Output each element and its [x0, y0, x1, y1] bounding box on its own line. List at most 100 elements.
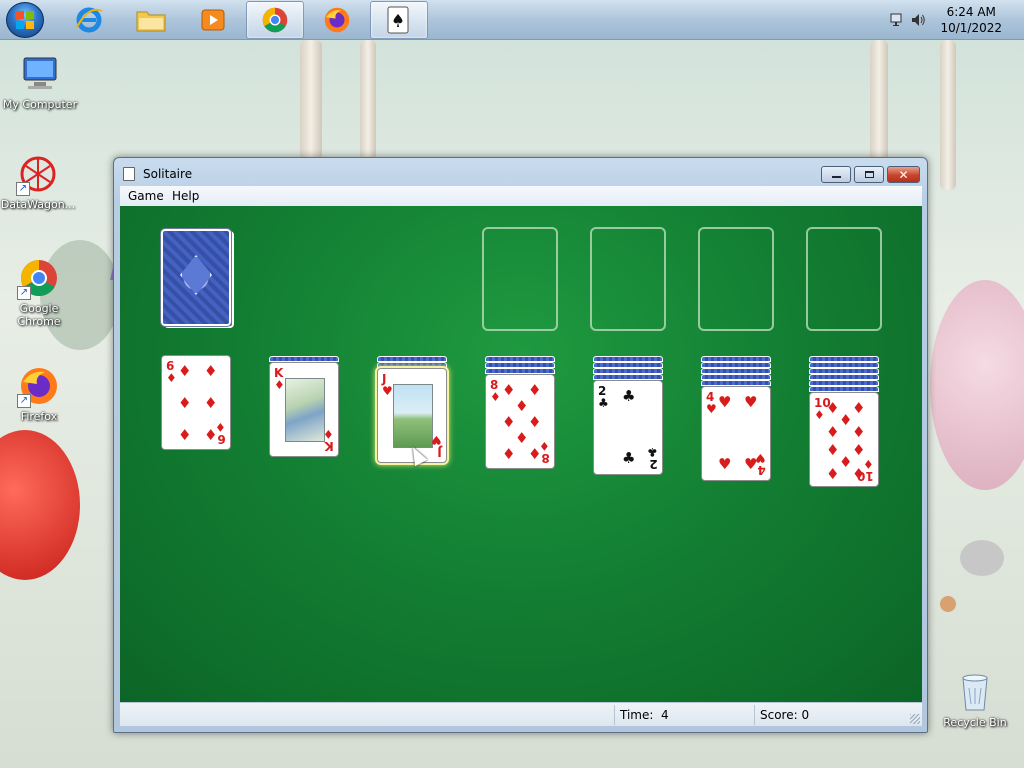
window-title: Solitaire	[143, 167, 193, 181]
start-button[interactable]	[6, 2, 44, 38]
wallpaper-mouse	[960, 540, 1004, 576]
close-button[interactable]: ✕	[887, 166, 920, 183]
desktop-icon-firefox[interactable]: ↗ Firefox	[0, 364, 79, 423]
shortcut-arrow-icon: ↗	[16, 182, 30, 196]
desktop-icon-label: My Computer	[2, 98, 78, 111]
suit-pip: ♦	[178, 362, 192, 380]
card-rank: 8 ♦	[490, 378, 501, 404]
card-rank: 6 ♦	[166, 359, 177, 385]
volume-icon[interactable]	[910, 12, 926, 28]
shortcut-arrow-icon: ↗	[17, 286, 31, 300]
time-label: Time:	[620, 708, 654, 722]
media-player-icon	[201, 9, 225, 31]
desktop-icon-label: DataWagon...	[0, 198, 76, 211]
suit-pip: ♦	[204, 394, 218, 412]
internet-explorer-icon	[76, 7, 103, 33]
card-rank: 2 ♣	[598, 384, 609, 410]
tableau-5-top-card[interactable]: 2 ♣ ♣ ♣ 2 ♣	[593, 380, 663, 475]
desktop-icon-label: Firefox	[20, 410, 58, 423]
suit-pip: ♦	[178, 426, 192, 444]
window-titlebar[interactable]: Solitaire ✕	[114, 158, 927, 186]
game-board[interactable]: 6♦ ♦ ♦ ♦ ♦ ♦ ♦ 6♦ K♦ K♦ J♥ J♥ 8♦	[120, 206, 922, 702]
desktop-icon-my-computer[interactable]: My Computer	[0, 52, 80, 111]
solitaire-app-icon	[123, 167, 135, 181]
chrome-icon: ↗	[17, 256, 61, 300]
maximize-button[interactable]	[854, 166, 884, 183]
suit-pip: ♦	[839, 453, 853, 471]
recycle-bin-icon	[953, 670, 997, 714]
foundation-slot-4[interactable]	[806, 227, 882, 331]
taskbar-firefox[interactable]	[308, 1, 366, 39]
taskbar-file-explorer[interactable]	[122, 1, 180, 39]
card-rank: 2 ♣	[647, 445, 658, 471]
tableau-4-top-card[interactable]: 8 ♦ ♦ ♦ ♦ ♦ ♦ ♦ ♦ ♦ 8 ♦	[485, 374, 555, 469]
clock-time: 6:24 AM	[946, 5, 996, 19]
suit-pip: ♦	[528, 413, 542, 431]
chrome-icon	[262, 7, 288, 33]
score-label: Score: 0	[760, 708, 810, 722]
taskbar-internet-explorer[interactable]	[60, 1, 118, 39]
desktop-icon-label: Recycle Bin	[943, 716, 1007, 729]
king-face-art	[285, 378, 325, 442]
desktop-icon-datawagon[interactable]: ↗ DataWagon...	[0, 152, 78, 211]
tableau-2-top-card[interactable]: K ♦ K ♦	[269, 362, 339, 457]
wallpaper-tree	[940, 40, 956, 190]
resize-grip-icon[interactable]	[910, 714, 920, 724]
wallpaper-egg	[0, 430, 80, 580]
desktop-icon-label: Google Chrome	[17, 302, 61, 328]
status-bar: Time: 4 Score: 0	[120, 702, 922, 726]
suit-pip: ♦	[204, 362, 218, 380]
solitaire-window: Solitaire ✕ Game Help 6 ♦ ♦ ♦ ♦ ♦ ♦ ♦ 6 ♦	[113, 157, 928, 733]
card-back-pattern	[180, 255, 212, 295]
system-tray: 6:24 AM 10/1/2022	[884, 0, 1024, 40]
stock-pile[interactable]	[160, 228, 232, 327]
wallpaper-tree	[300, 40, 322, 160]
shortcut-arrow-icon: ↗	[17, 394, 31, 408]
wallpaper-tree	[360, 40, 376, 160]
card-rank: 8 ♦	[539, 439, 550, 465]
wallpaper-mushroom	[940, 596, 956, 612]
suit-pip: ♣	[622, 449, 636, 467]
suit-pip: ♥	[744, 393, 758, 411]
tableau-6-top-card[interactable]: 4 ♥ ♥ ♥ ♥ ♥ 4 ♥	[701, 386, 771, 481]
menu-game[interactable]: Game	[128, 189, 164, 203]
tableau-7-top-card[interactable]: 10 ♦ ♦ ♦ ♦ ♦ ♦ ♦ ♦ ♦ ♦ ♦ 10 ♦	[809, 392, 879, 487]
clock-date: 10/1/2022	[940, 21, 1002, 35]
desktop-icon-google-chrome[interactable]: ↗ Google Chrome	[0, 256, 79, 328]
minimize-button[interactable]	[821, 166, 851, 183]
foundation-slot-2[interactable]	[590, 227, 666, 331]
taskbar-solitaire[interactable]	[370, 1, 428, 39]
wallpaper-tree	[870, 40, 888, 170]
taskbar-chrome[interactable]	[246, 1, 304, 39]
suit-pip: ♦	[826, 441, 840, 459]
card-rank: J ♥	[382, 372, 393, 398]
suit-pip: ♥	[718, 455, 732, 473]
menu-help[interactable]: Help	[172, 189, 199, 203]
status-separator	[754, 705, 755, 725]
suit-pip: ♦	[852, 441, 866, 459]
suit-pip: ♦	[502, 381, 516, 399]
card-rank: K ♦	[274, 366, 285, 392]
solitaire-icon	[387, 6, 409, 34]
menu-bar: Game Help	[120, 186, 922, 206]
foundation-slot-3[interactable]	[698, 227, 774, 331]
close-icon: ✕	[898, 167, 909, 182]
card-rank: K ♦	[323, 427, 334, 453]
suit-pip: ♦	[528, 381, 542, 399]
foundation-slot-1[interactable]	[482, 227, 558, 331]
suit-pip: ♦	[852, 399, 866, 417]
maximize-icon	[864, 171, 874, 178]
card-rank: 6 ♦	[215, 420, 226, 446]
jack-face-art	[393, 384, 433, 448]
desktop-icon-recycle-bin[interactable]: Recycle Bin	[935, 670, 1015, 729]
tableau-1-top-card[interactable]: 6 ♦ ♦ ♦ ♦ ♦ ♦ ♦ 6 ♦	[161, 355, 231, 450]
wallpaper-flower	[930, 280, 1024, 490]
card-rank: 4 ♥	[755, 451, 766, 477]
suit-pip: ♦	[839, 411, 853, 429]
taskbar-clock[interactable]: 6:24 AM 10/1/2022	[940, 4, 1002, 36]
suit-pip: ♥	[718, 393, 732, 411]
taskbar-media-player[interactable]	[184, 1, 242, 39]
network-icon[interactable]	[890, 12, 906, 28]
suit-pip: ♦	[515, 429, 529, 447]
time-value: 4	[661, 708, 669, 722]
